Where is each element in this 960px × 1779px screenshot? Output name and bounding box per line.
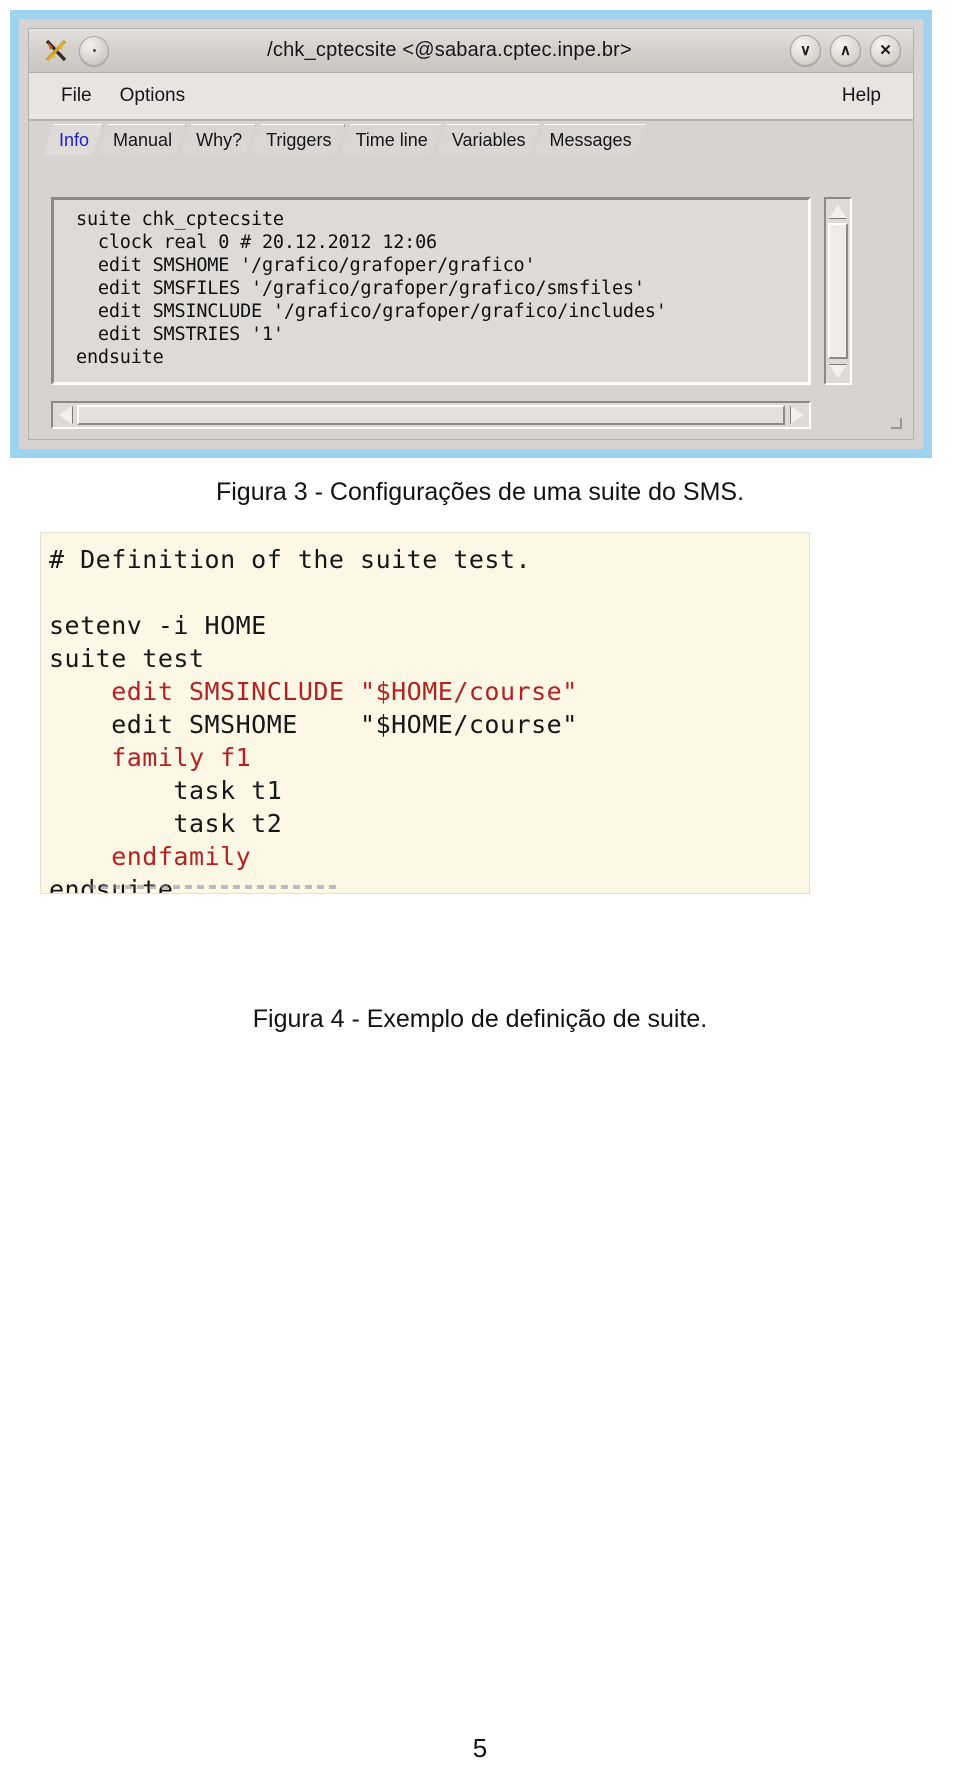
suite-definition-pane[interactable]: suite chk_cptecsite clock real 0 # 20.12… (51, 197, 811, 385)
horizontal-scrollbar-thumb[interactable] (77, 405, 785, 425)
code-line: task t2 (49, 809, 283, 838)
code-line: setenv -i HOME (49, 611, 267, 640)
tab-why[interactable]: Why? (180, 124, 256, 155)
tab-variables[interactable]: Variables (436, 124, 540, 155)
figure-3: /chk_cptecsite <@sabara.cptec.inpe.br> ∨… (10, 10, 950, 475)
tab-time-line[interactable]: Time line (339, 124, 441, 155)
titlebar-left-controls (37, 35, 109, 66)
tab-strip: Info Manual Why? Triggers Time line Vari… (29, 121, 913, 155)
scroll-right-arrow-icon[interactable] (785, 403, 809, 427)
figure-4-caption: Figura 4 - Exemplo de definição de suite… (252, 1005, 708, 1033)
window-inner-frame: /chk_cptecsite <@sabara.cptec.inpe.br> ∨… (28, 28, 914, 440)
scroll-left-arrow-icon[interactable] (53, 403, 77, 427)
horizontal-scrollbar[interactable] (51, 401, 811, 429)
tab-manual[interactable]: Manual (97, 124, 186, 155)
menu-item-help[interactable]: Help (828, 81, 895, 111)
scroll-up-arrow-icon[interactable] (826, 199, 850, 223)
tab-messages[interactable]: Messages (534, 124, 646, 155)
vertical-scrollbar-thumb[interactable] (828, 223, 848, 359)
titlebar-window-controls: ∨ ∧ ✕ (790, 35, 905, 66)
window-title: /chk_cptecsite <@sabara.cptec.inpe.br> (267, 39, 632, 61)
maximize-button[interactable]: ∧ (830, 35, 861, 66)
scan-artifact (89, 885, 339, 889)
close-button[interactable]: ✕ (870, 35, 901, 66)
sms-application-window: /chk_cptecsite <@sabara.cptec.inpe.br> ∨… (10, 10, 932, 458)
code-line: edit SMSINCLUDE "$HOME/course" (49, 677, 578, 706)
window-titlebar[interactable]: /chk_cptecsite <@sabara.cptec.inpe.br> ∨… (29, 29, 913, 73)
scroll-down-arrow-icon[interactable] (826, 359, 850, 383)
code-line: endfamily (49, 842, 252, 871)
window-menubar: File Options Help (29, 73, 913, 121)
minimize-button[interactable]: ∨ (790, 35, 821, 66)
code-line: # Definition of the suite test. (49, 545, 532, 574)
suite-example-code: # Definition of the suite test. setenv -… (41, 533, 809, 893)
resize-grip[interactable] (890, 416, 902, 429)
code-line: suite test (49, 644, 205, 673)
menu-item-file[interactable]: File (47, 81, 106, 111)
menu-item-options[interactable]: Options (106, 81, 199, 111)
code-line: family f1 (49, 743, 252, 772)
code-line: edit SMSHOME "$HOME/course" (49, 710, 578, 739)
suite-definition-text: suite chk_cptecsite clock real 0 # 20.12… (76, 209, 667, 368)
window-menu-button[interactable] (79, 35, 109, 66)
tab-info[interactable]: Info (43, 124, 103, 155)
figure-4: # Definition of the suite test. setenv -… (40, 532, 810, 894)
page-number: 5 (472, 1733, 488, 1763)
figure-3-caption: Figura 3 - Configurações de uma suite do… (215, 478, 745, 506)
code-line: task t1 (49, 776, 283, 805)
tab-triggers[interactable]: Triggers (250, 124, 345, 155)
vertical-scrollbar[interactable] (824, 197, 852, 385)
x-application-icon (43, 38, 69, 64)
